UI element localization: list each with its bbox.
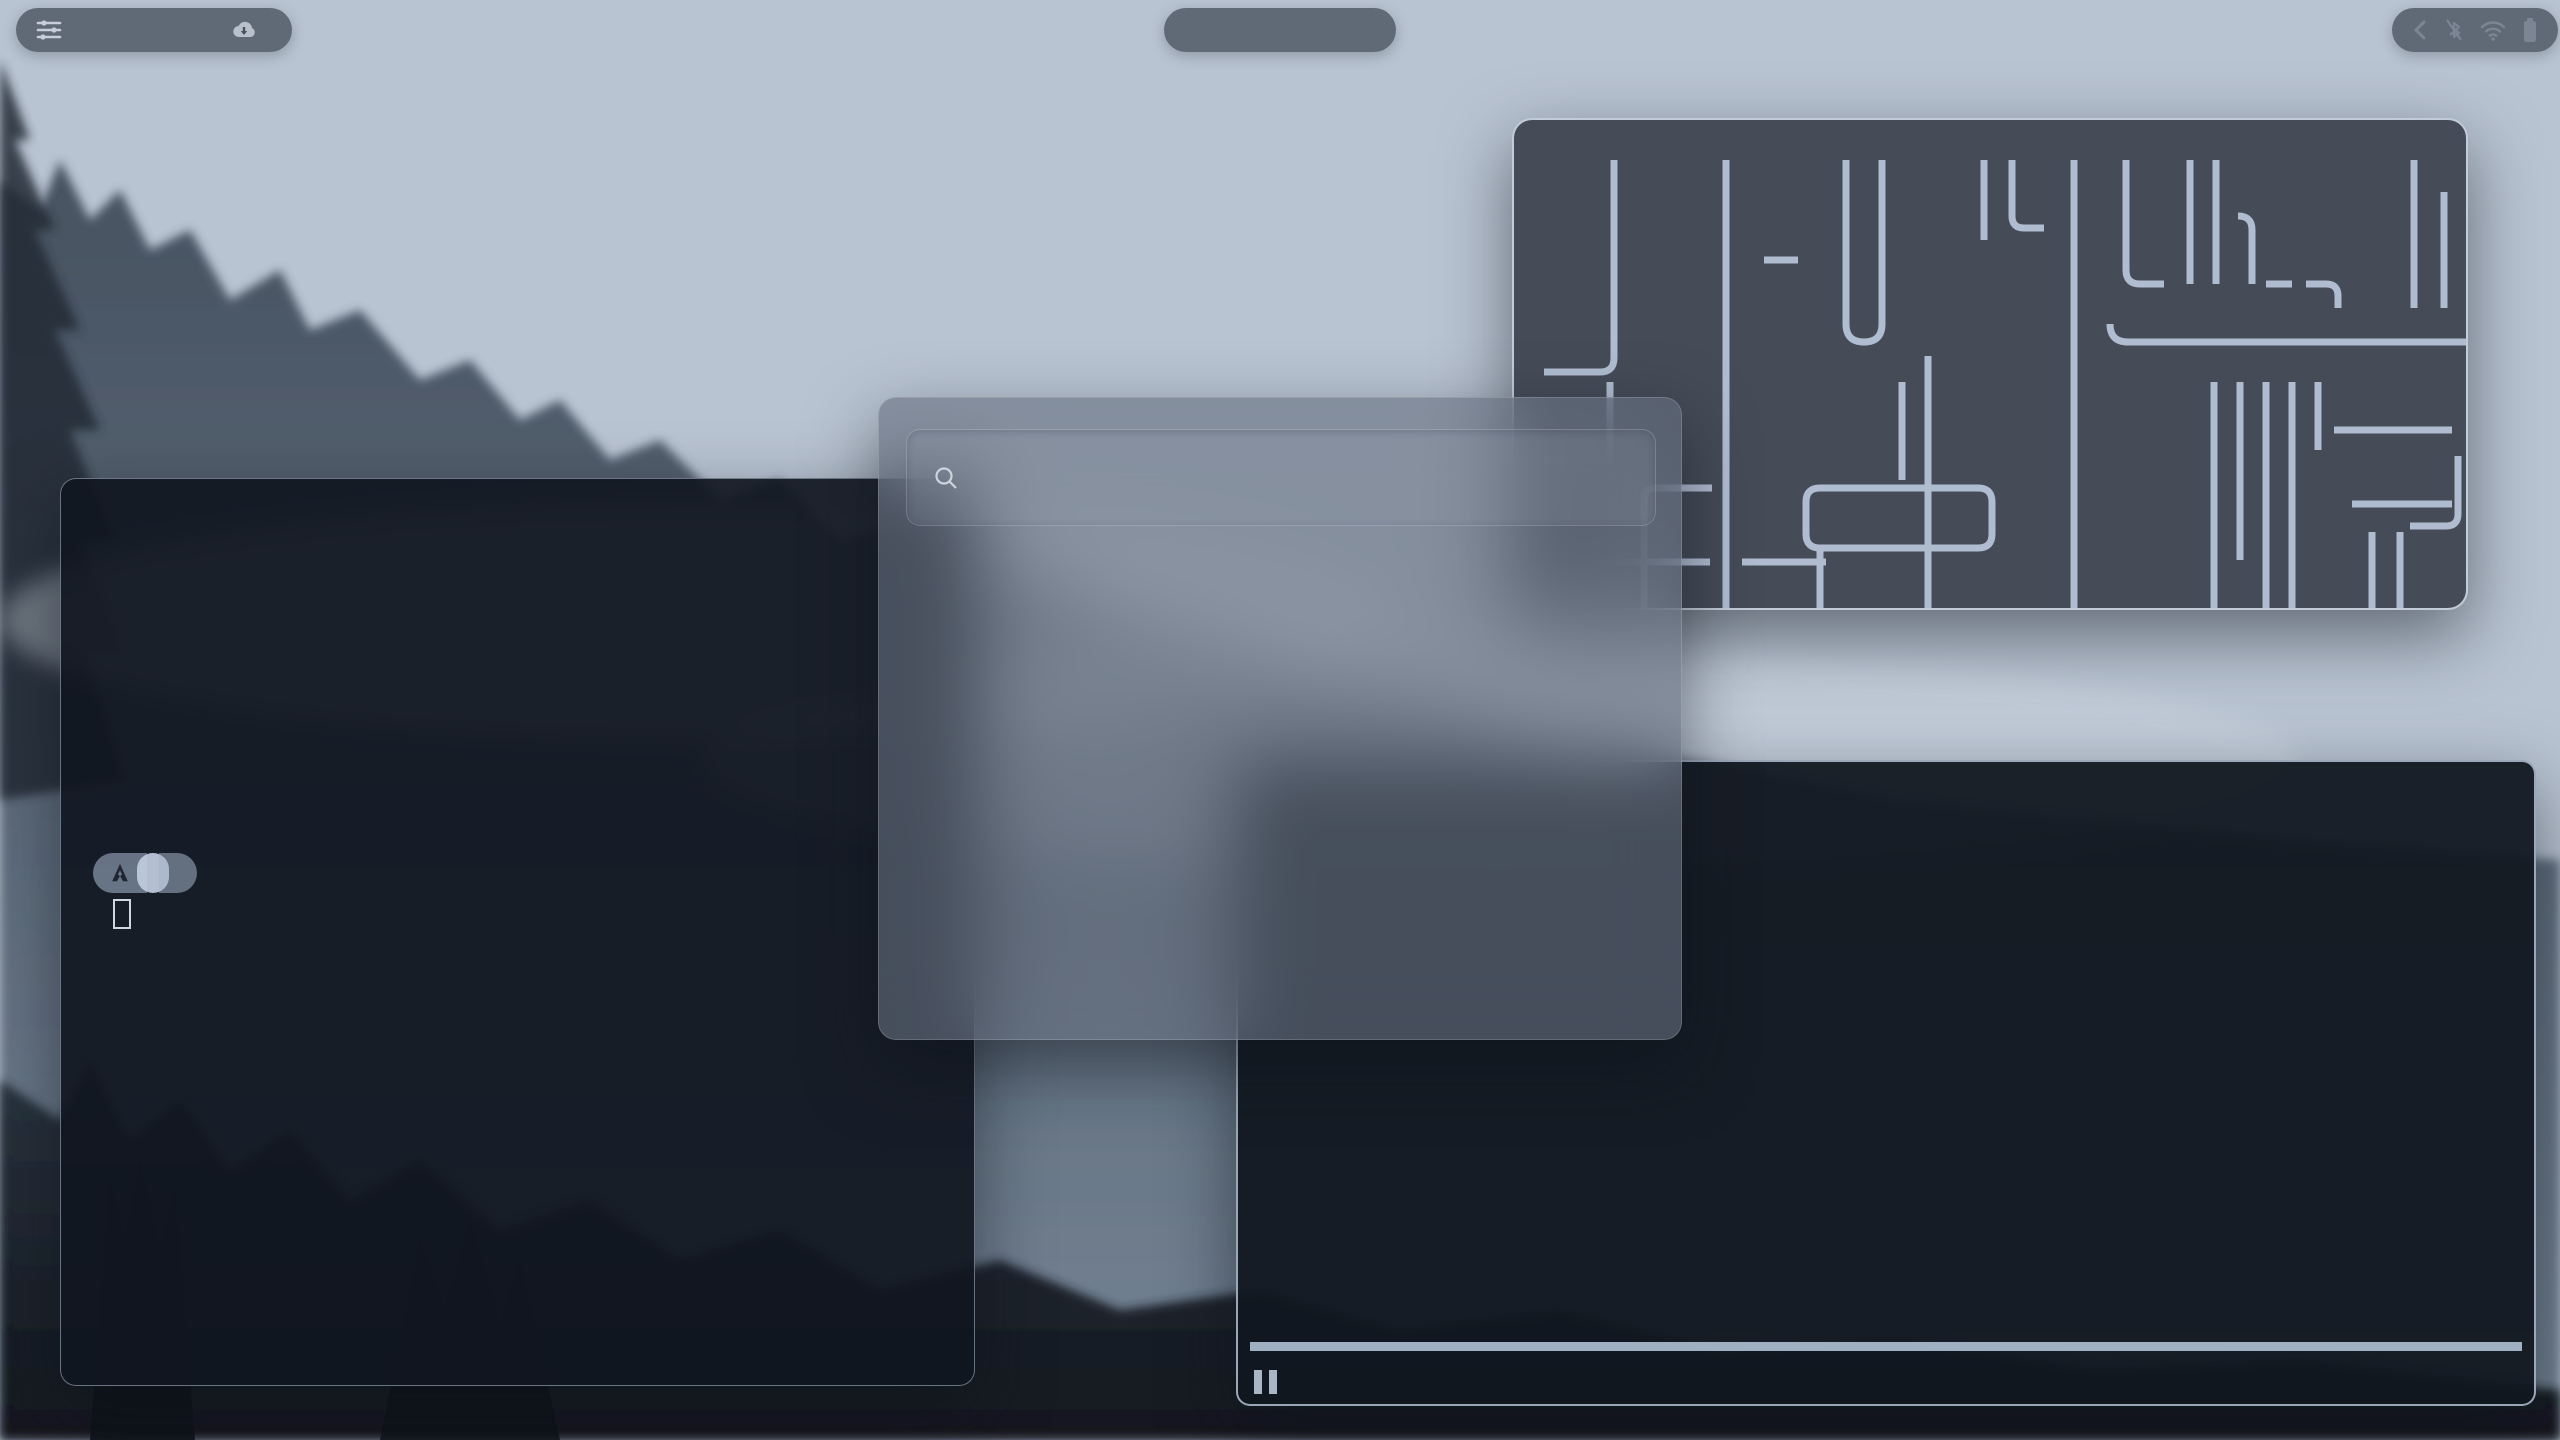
topbar-tray-module[interactable] [2392,8,2558,52]
wifi-icon[interactable] [2480,19,2506,41]
scrollbar[interactable] [2514,862,2524,1330]
terminal-window[interactable] [60,478,975,1386]
desktop: { "topbar": { "time": "04:47:57 AM", "up… [0,0,2560,1440]
app-launcher [878,397,1682,1040]
text-cursor [113,899,131,929]
chevron-left-icon[interactable] [2412,19,2428,41]
search-icon [933,465,959,491]
pause-icon[interactable] [1254,1370,1277,1394]
seek-bar-fill [1250,1342,2522,1351]
command-line[interactable] [95,899,131,929]
seek-bar[interactable] [1250,1342,2522,1351]
topbar-status-module[interactable] [16,8,292,52]
cloud-download-icon[interactable] [230,19,258,41]
battery-icon[interactable] [2522,17,2538,43]
workspace-switcher[interactable] [1164,8,1396,52]
search-input[interactable] [906,429,1656,526]
sliders-icon[interactable] [36,18,62,42]
bluetooth-off-icon[interactable] [2444,18,2464,42]
shell-prompt [93,853,197,893]
prompt-directory [159,853,197,893]
now-playing-bar [1254,1364,2514,1400]
terminal-content [61,479,974,1385]
